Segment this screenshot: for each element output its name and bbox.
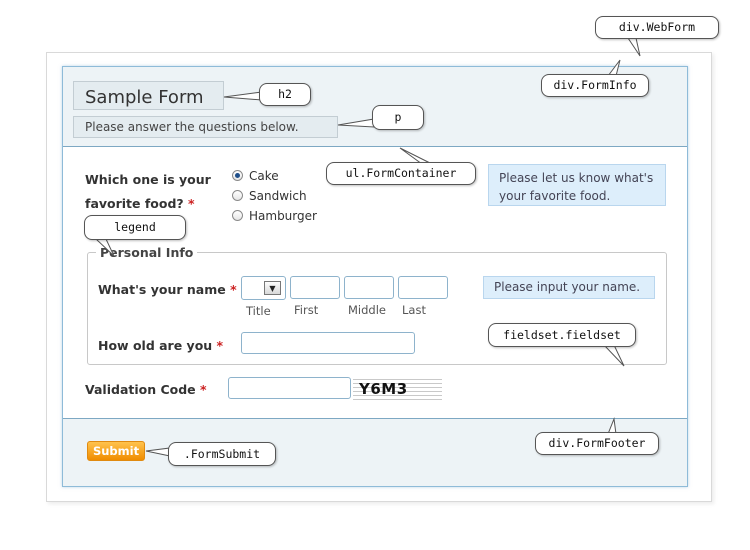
radio-label-hamburger: Hamburger xyxy=(249,208,317,223)
middle-name-input[interactable] xyxy=(344,276,394,299)
chevron-down-icon[interactable]: ▼ xyxy=(264,281,281,295)
first-name-input[interactable] xyxy=(290,276,340,299)
last-sublabel: Last xyxy=(402,303,426,317)
radio-button-cake[interactable] xyxy=(232,170,243,181)
radio-option-cake[interactable]: Cake xyxy=(232,168,317,188)
form-title: Sample Form xyxy=(73,81,224,110)
name-question-label: What's your name * xyxy=(98,282,237,297)
validation-label-text: Validation Code xyxy=(85,382,196,397)
name-label-text: What's your name xyxy=(98,282,226,297)
radio-label-sandwich: Sandwich xyxy=(249,188,307,203)
food-question-label: Which one is your favorite food? * xyxy=(85,168,215,216)
personal-info-legend: Personal Info xyxy=(96,245,198,260)
captcha-image: Y6M3 xyxy=(353,376,442,402)
required-mark: * xyxy=(216,338,224,353)
radio-option-sandwich[interactable]: Sandwich xyxy=(232,188,317,208)
middle-sublabel: Middle xyxy=(348,303,386,317)
submit-button[interactable]: Submit xyxy=(87,441,145,461)
required-mark: * xyxy=(188,196,195,211)
callout-form-submit: .FormSubmit xyxy=(168,442,276,466)
required-mark: * xyxy=(200,382,207,397)
age-input[interactable] xyxy=(241,332,415,354)
callout-fieldset: fieldset.fieldset xyxy=(488,323,636,347)
callout-form-footer: div.FormFooter xyxy=(535,432,659,455)
food-tip: Please let us know what's your favorite … xyxy=(488,164,666,206)
callout-webform: div.WebForm xyxy=(595,16,719,39)
callout-form-container: ul.FormContainer xyxy=(326,162,476,185)
age-question-label: How old are you * xyxy=(98,338,223,353)
radio-button-hamburger[interactable] xyxy=(232,210,243,221)
food-question-line1: Which one is your xyxy=(85,172,211,187)
radio-button-sandwich[interactable] xyxy=(232,190,243,201)
callout-h2: h2 xyxy=(259,83,311,106)
first-sublabel: First xyxy=(294,303,319,317)
callout-legend: legend xyxy=(84,215,186,240)
radio-label-cake: Cake xyxy=(249,168,279,183)
radio-option-hamburger[interactable]: Hamburger xyxy=(232,208,317,228)
name-tip: Please input your name. xyxy=(483,276,655,299)
food-question-line2: favorite food? xyxy=(85,196,184,211)
callout-p: p xyxy=(372,105,424,130)
callout-forminfo: div.FormInfo xyxy=(541,74,649,97)
food-radio-group: Cake Sandwich Hamburger xyxy=(232,168,317,228)
required-mark: * xyxy=(230,282,237,297)
title-sublabel: Title xyxy=(246,304,271,318)
validation-code-label: Validation Code * xyxy=(85,382,207,397)
age-label-text: How old are you xyxy=(98,338,213,353)
validation-code-input[interactable] xyxy=(228,377,351,399)
last-name-input[interactable] xyxy=(398,276,448,299)
form-description: Please answer the questions below. xyxy=(73,116,338,138)
